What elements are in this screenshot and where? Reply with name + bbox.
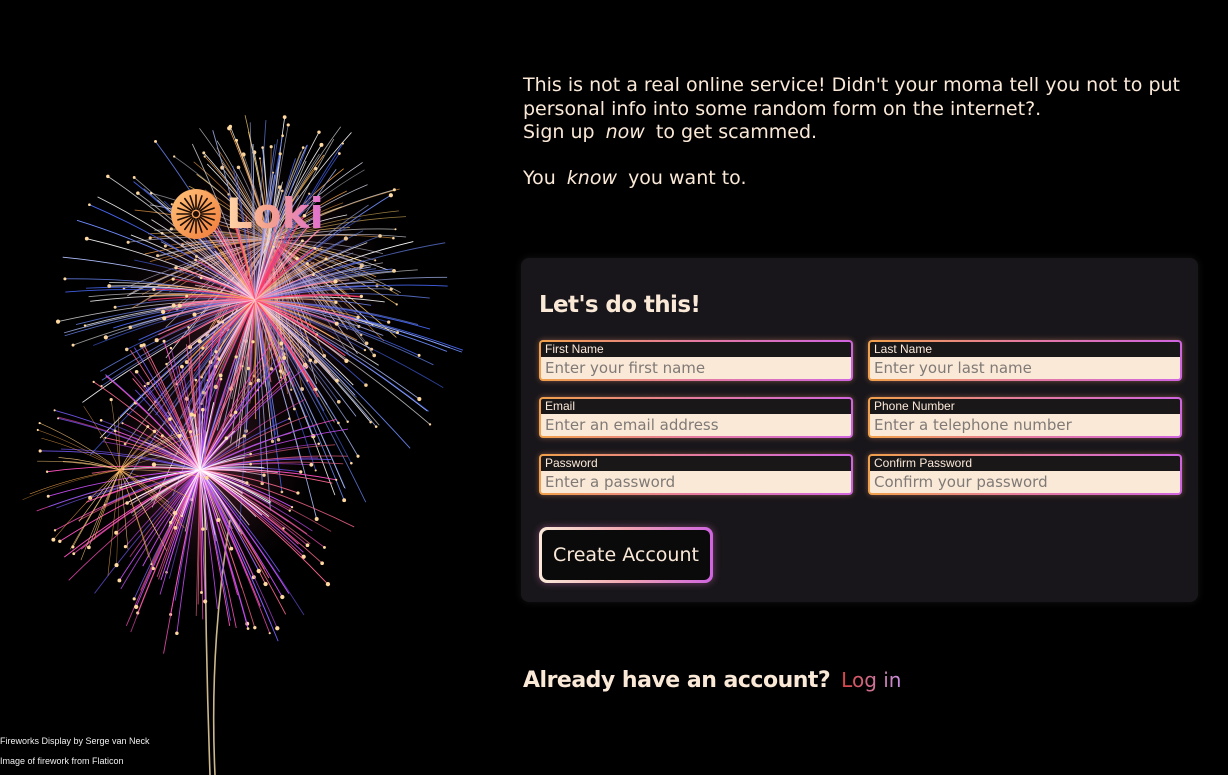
phone-field: Phone Number xyxy=(868,397,1182,438)
intro-line-3: You know you want to. xyxy=(523,167,1213,191)
last-name-input[interactable] xyxy=(870,357,1180,379)
signup-page: Loki Fireworks Display by Serge van Neck… xyxy=(0,0,1228,775)
confirm-password-label: Confirm Password xyxy=(870,456,1180,471)
login-link[interactable]: Log in xyxy=(841,668,901,692)
fireworks-image xyxy=(22,115,464,775)
email-input[interactable] xyxy=(541,414,851,436)
firework-icon xyxy=(171,189,221,239)
last-name-label: Last Name xyxy=(870,342,1180,357)
email-label: Email xyxy=(541,399,851,414)
brand-logo: Loki xyxy=(170,186,324,242)
first-name-input[interactable] xyxy=(541,357,851,379)
password-field: Password xyxy=(539,454,853,495)
create-account-button[interactable]: Create Account xyxy=(539,527,713,583)
intro-line-2-end: to get scammed. xyxy=(655,121,818,143)
intro-emphasis-know: know xyxy=(566,166,618,189)
create-account-label: Create Account xyxy=(542,530,710,580)
intro-line-1: This is not a real online service! Didn'… xyxy=(523,74,1180,120)
intro-emphasis-now: now xyxy=(605,121,645,143)
icon-credit: Image of firework from Flaticon xyxy=(0,756,124,766)
intro-line-3-end: you want to. xyxy=(628,166,747,189)
first-name-label: First Name xyxy=(541,342,851,357)
brand-name: Loki xyxy=(226,186,324,242)
intro-line-2-start: Sign up xyxy=(523,121,595,143)
intro-text: This is not a real online service! Didn'… xyxy=(523,74,1213,190)
login-question: Already have an account? xyxy=(523,668,831,693)
last-name-field: Last Name xyxy=(868,340,1182,381)
phone-label: Phone Number xyxy=(870,399,1180,414)
password-label: Password xyxy=(541,456,851,471)
email-field: Email xyxy=(539,397,853,438)
signup-form-card: Let's do this! First Name Last Name Emai… xyxy=(521,258,1198,602)
intro-line-3-start: You xyxy=(523,166,556,189)
password-input[interactable] xyxy=(541,471,851,493)
photo-credit: Fireworks Display by Serge van Neck xyxy=(0,736,150,746)
login-prompt: Already have an account? Log in xyxy=(523,668,901,693)
form-title: Let's do this! xyxy=(539,292,701,318)
confirm-password-input[interactable] xyxy=(870,471,1180,493)
hero-panel: Loki Fireworks Display by Serge van Neck… xyxy=(0,0,500,775)
confirm-password-field: Confirm Password xyxy=(868,454,1182,495)
intro-line-2: Sign up now to get scammed. xyxy=(523,121,1213,145)
first-name-field: First Name xyxy=(539,340,853,381)
phone-input[interactable] xyxy=(870,414,1180,436)
